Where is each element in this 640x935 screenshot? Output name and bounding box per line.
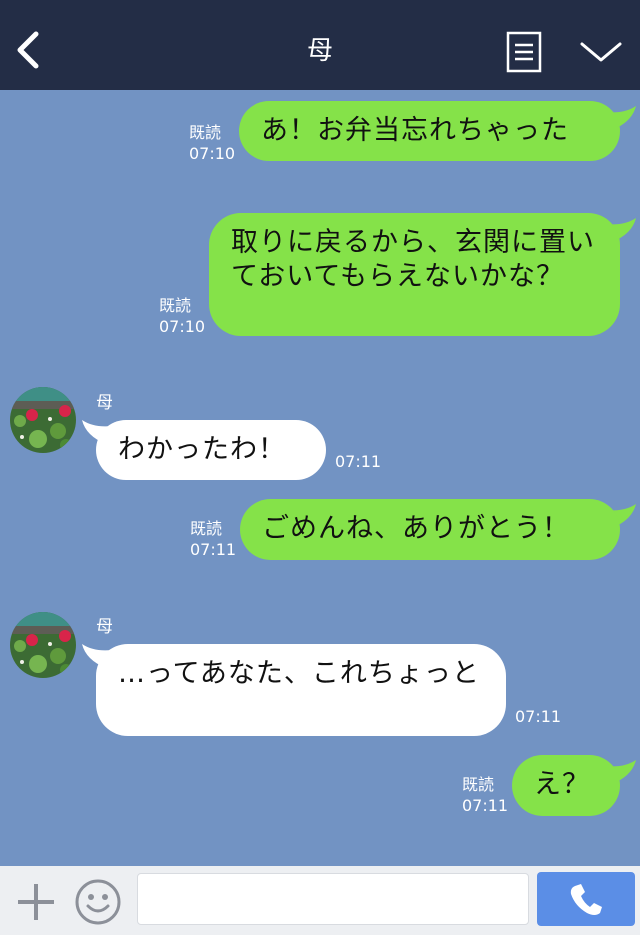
message-bubble-outgoing[interactable]: え？ [512,755,620,816]
message-time: 07:11 [462,796,509,815]
add-attachment-button[interactable] [14,880,58,924]
message-bubble-incoming[interactable]: …ってあなた、これちょっと [96,644,506,736]
read-receipt: 既読 [190,519,223,538]
message-time: 07:10 [189,144,236,163]
read-receipt: 既読 [189,123,222,142]
chat-header: 母 [0,0,640,90]
message-bubble-incoming[interactable]: わかったわ！ [96,420,326,480]
back-button[interactable] [10,28,50,72]
message-meta: 既読 07:10 [189,122,235,164]
menu-document-icon [506,31,542,73]
message-meta: 既読 07:11 [190,518,236,560]
chat-title: 母 [306,36,333,66]
message-text: …ってあなた、これちょっと [118,658,480,689]
menu-button[interactable] [506,31,542,73]
chevron-down-icon [580,42,622,62]
read-receipt: 既読 [462,775,495,794]
message-meta: 既読 07:11 [462,774,508,816]
smiley-icon [75,879,121,925]
read-receipt: 既読 [159,296,192,315]
message-time: 07:11 [515,707,562,726]
message-text: あ！お弁当忘れちゃった [261,115,569,146]
message-text: ごめんね、ありがとう！ [262,513,570,544]
message-time: 07:10 [159,317,206,336]
plus-icon [18,884,54,920]
message-bubble-outgoing[interactable]: 取りに戻るから、玄関に置いておいてもらえないかな？ [209,213,620,336]
message-input[interactable] [137,873,529,925]
sender-name: 母 [96,393,113,413]
message-bubble-outgoing[interactable]: あ！お弁当忘れちゃった [239,101,620,161]
sender-name: 母 [96,617,113,637]
message-time: 07:11 [335,452,382,471]
message-text: え？ [534,769,590,800]
call-button[interactable] [537,872,635,926]
message-meta: 既読 07:10 [159,295,205,337]
emoji-button[interactable] [74,878,122,926]
phone-icon [570,884,602,915]
avatar-flower-image [10,387,76,453]
avatar[interactable] [10,612,76,678]
avatar[interactable] [10,387,76,453]
collapse-button[interactable] [578,38,624,66]
chevron-left-icon [17,31,39,69]
input-bar [0,866,640,935]
message-text: わかったわ！ [118,434,286,465]
message-text: 取りに戻るから、玄関に置いておいてもらえないかな？ [231,227,595,292]
avatar-flower-image [10,612,76,678]
chat-area[interactable]: 既読 07:10 あ！お弁当忘れちゃった 既読 07:10 取りに戻るから、玄関… [0,90,640,866]
message-time: 07:11 [190,540,237,559]
message-bubble-outgoing[interactable]: ごめんね、ありがとう！ [240,499,620,560]
